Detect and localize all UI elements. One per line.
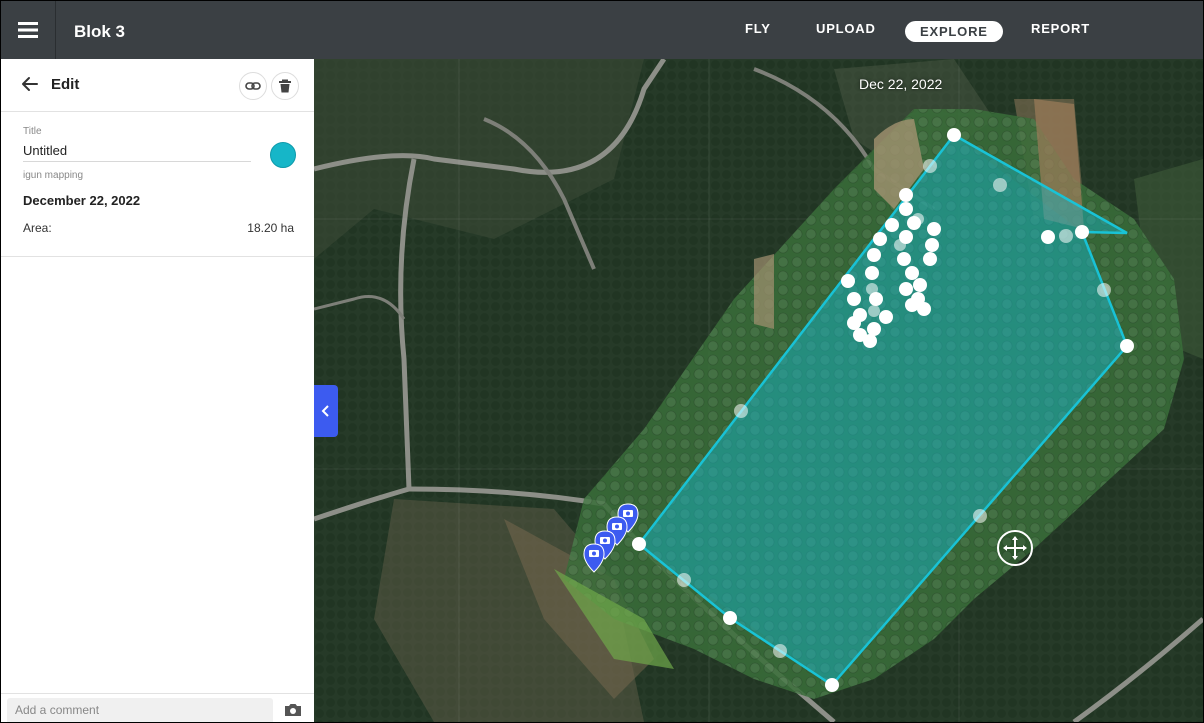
edit-panel: Edit Title igun mapping December 22, 202… [1,59,314,722]
area-label: Area: [23,221,52,235]
link-icon [245,82,261,90]
title-field-label: Title [23,126,42,137]
delete-button[interactable] [271,72,299,100]
camera-icon[interactable] [284,703,302,717]
nav-report[interactable]: REPORT [1031,21,1090,36]
panel-divider [1,256,314,257]
map-canvas [314,59,1203,722]
comment-bar [1,693,314,722]
edit-heading: Edit [51,76,80,93]
nav-upload[interactable]: UPLOAD [816,21,876,36]
area-value: 18.20 ha [247,221,294,235]
collapse-panel-button[interactable] [314,385,338,437]
back-arrow-icon[interactable] [19,73,41,95]
project-subtitle: igun mapping [23,170,84,181]
capture-date: December 22, 2022 [23,193,141,208]
title-field[interactable] [23,139,251,162]
app-window: Blok 3 FLY UPLOAD EXPLORE REPORT Edit Ti… [0,0,1204,723]
chevron-left-icon [321,405,329,417]
hamburger-menu-button[interactable] [1,1,56,59]
top-bar: Blok 3 FLY UPLOAD EXPLORE REPORT [1,1,1203,59]
nav-fly[interactable]: FLY [745,21,771,36]
hamburger-icon [18,22,38,38]
shape-color-picker[interactable] [270,142,296,168]
nav-explore[interactable]: EXPLORE [905,21,1003,42]
trash-icon [279,79,291,93]
panel-header: Edit [1,59,314,112]
map-view[interactable] [314,59,1203,722]
map-date-label: Dec 22, 2022 [859,76,943,92]
share-link-button[interactable] [239,72,267,100]
project-title: Blok 3 [74,22,126,41]
move-icon [997,530,1033,566]
comment-input[interactable] [7,698,273,722]
